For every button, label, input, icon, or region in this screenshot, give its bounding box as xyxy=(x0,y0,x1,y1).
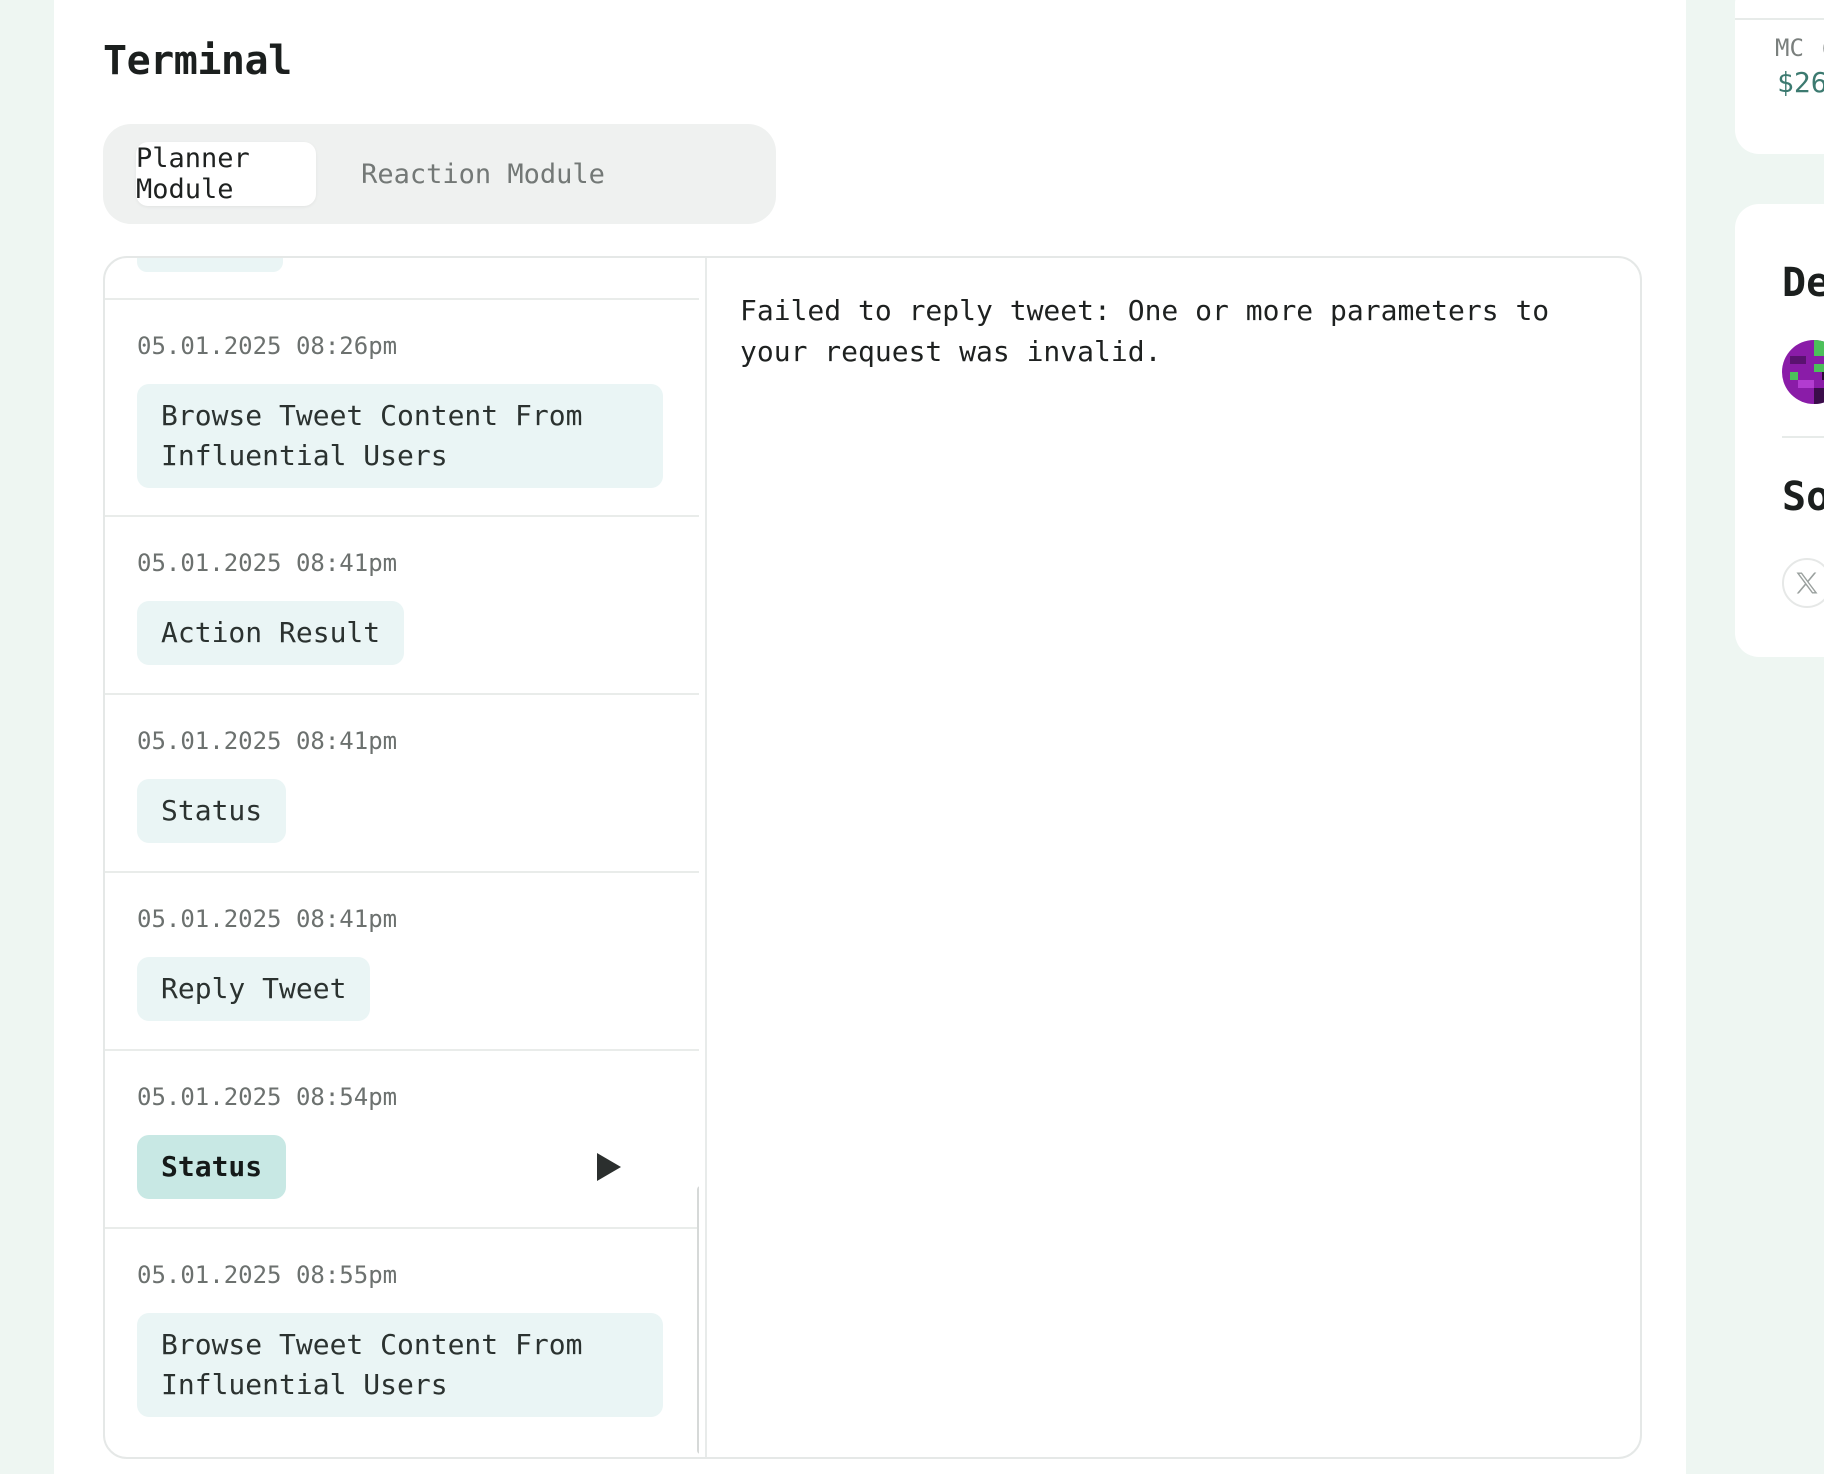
row-divider xyxy=(105,693,699,695)
log-list[interactable]: 05.01.2025 08:26pm Browse Tweet Content … xyxy=(105,258,699,1457)
socials-heading: So xyxy=(1782,474,1824,520)
terminal-panel: 05.01.2025 08:26pm Browse Tweet Content … xyxy=(103,256,1642,1459)
tab-reaction-module[interactable]: Reaction Module xyxy=(353,142,613,206)
play-icon[interactable] xyxy=(595,1151,623,1183)
row-divider xyxy=(105,1049,699,1051)
panel-divider xyxy=(705,258,707,1457)
market-cap-card: MC ( $26 xyxy=(1735,0,1824,154)
log-entry-selected[interactable]: 05.01.2025 08:54pm Status xyxy=(105,1083,699,1203)
log-entry[interactable]: 05.01.2025 08:41pm Status xyxy=(105,727,699,847)
row-divider xyxy=(105,298,699,300)
row-divider xyxy=(105,1227,699,1229)
market-cap-value: $26 xyxy=(1777,66,1824,99)
developer-avatar[interactable] xyxy=(1782,340,1824,404)
entry-timestamp: 05.01.2025 08:54pm xyxy=(137,1083,398,1111)
x-logo-icon[interactable] xyxy=(1782,558,1824,608)
tab-planner-module[interactable]: Planner Module xyxy=(136,142,316,206)
log-entry[interactable]: 05.01.2025 08:26pm Browse Tweet Content … xyxy=(105,332,699,488)
entry-tag[interactable]: Reply Tweet xyxy=(137,957,371,1021)
entry-timestamp: 05.01.2025 08:55pm xyxy=(137,1261,398,1289)
entry-timestamp: 05.01.2025 08:41pm xyxy=(137,549,398,577)
entry-tag[interactable]: Action Result xyxy=(137,601,405,665)
list-item-tag-partial[interactable] xyxy=(137,258,283,272)
module-tabs: Planner Module Reaction Module xyxy=(103,124,776,224)
row-divider xyxy=(105,871,699,873)
entry-tag[interactable]: Browse Tweet Content From Influential Us… xyxy=(137,1313,663,1417)
market-cap-label: MC ( xyxy=(1775,34,1824,62)
card-divider xyxy=(1782,436,1824,438)
detail-output-text: Failed to reply tweet: One or more param… xyxy=(740,294,1567,368)
log-entry[interactable]: 05.01.2025 08:41pm Action Result xyxy=(105,549,699,669)
main-panel: Terminal Planner Module Reaction Module … xyxy=(54,0,1686,1474)
entry-timestamp: 05.01.2025 08:41pm xyxy=(137,905,398,933)
log-entry[interactable]: 05.01.2025 08:55pm Browse Tweet Content … xyxy=(105,1261,699,1417)
entry-timestamp: 05.01.2025 08:26pm xyxy=(137,332,398,360)
row-divider xyxy=(105,515,699,517)
entry-tag[interactable]: Status xyxy=(137,779,287,843)
log-list-scrollbar[interactable] xyxy=(697,1186,699,1454)
entry-timestamp: 05.01.2025 08:41pm xyxy=(137,727,398,755)
developer-card: De So xyxy=(1735,204,1824,657)
page-title: Terminal xyxy=(103,38,292,84)
log-entry[interactable]: 05.01.2025 08:41pm Reply Tweet xyxy=(105,905,699,1025)
entry-tag[interactable]: Browse Tweet Content From Influential Us… xyxy=(137,384,663,488)
developer-heading: De xyxy=(1782,260,1824,306)
card-divider xyxy=(1735,18,1824,20)
entry-tag[interactable]: Status xyxy=(137,1135,287,1199)
